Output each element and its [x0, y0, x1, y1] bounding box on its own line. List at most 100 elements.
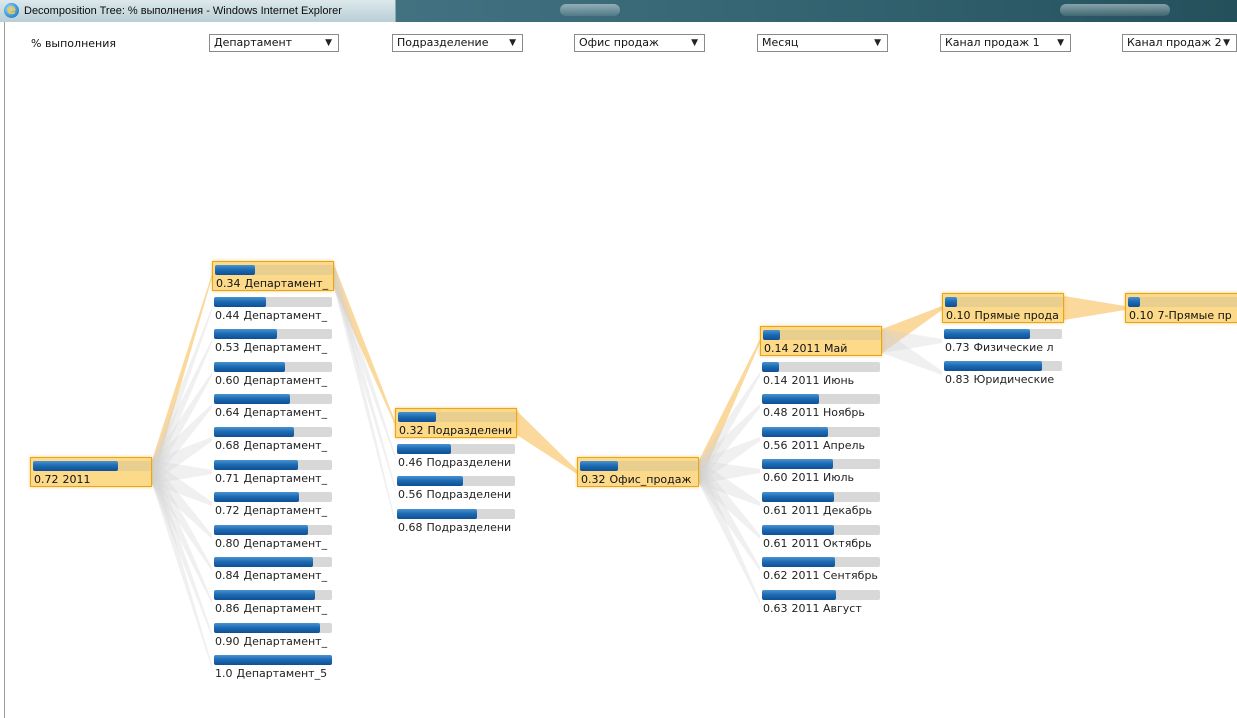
node-label: 0.60 Департамент_ [215, 374, 332, 387]
tree-node[interactable]: 0.14 2011 Июнь [760, 359, 882, 389]
value-bar-track [763, 330, 881, 340]
node-text: 2011 Май [792, 342, 848, 355]
value-bar-track [214, 460, 332, 470]
node-value: 0.60 [215, 374, 240, 387]
node-text: Департамент_ [243, 537, 328, 550]
node-value: 0.32 [399, 424, 424, 437]
node-value: 0.10 [1129, 309, 1154, 322]
value-bar-track [397, 444, 515, 454]
tree-node[interactable]: 0.32 Офис_продаж [577, 457, 699, 487]
node-label: 0.32 Подразделени [399, 424, 516, 437]
tree-node[interactable]: 0.68 Департамент_ [212, 424, 334, 454]
tree-node[interactable]: 0.10 Прямые прода [942, 293, 1064, 323]
node-value: 0.10 [946, 309, 971, 322]
tree-node[interactable]: 0.34 Департамент_ [212, 261, 334, 291]
node-text: Департамент_ [243, 602, 328, 615]
tree-node[interactable]: 0.48 2011 Ноябрь [760, 391, 882, 421]
node-value: 0.62 [763, 569, 788, 582]
tree-node[interactable]: 0.80 Департамент_ [212, 522, 334, 552]
node-label: 0.46 Подразделени [398, 456, 515, 469]
tree-link [334, 264, 395, 458]
value-bar-track [214, 329, 332, 339]
node-label: 0.56 Подразделени [398, 488, 515, 501]
value-bar-track [33, 461, 151, 471]
tree-node[interactable]: 0.10 7-Прямые пр [1125, 293, 1237, 323]
node-value: 0.73 [945, 341, 970, 354]
node-value: 0.68 [215, 439, 240, 452]
tree-node[interactable]: 0.71 Департамент_ [212, 457, 334, 487]
tree-node[interactable]: 0.68 Подразделени [395, 506, 517, 536]
node-text: Департамент_ [243, 439, 328, 452]
tree-node[interactable]: 0.83 Юридические [942, 358, 1064, 388]
node-label: 0.61 2011 Декабрь [763, 504, 880, 517]
value-bar-track [944, 329, 1062, 339]
node-value: 1.0 [215, 667, 233, 680]
node-label: 0.90 Департамент_ [215, 635, 332, 648]
node-label: 0.80 Департамент_ [215, 537, 332, 550]
tree-node[interactable]: 0.62 2011 Сентябрь [760, 554, 882, 584]
tree-node[interactable]: 0.53 Департамент_ [212, 326, 334, 356]
value-bar-fill [762, 362, 779, 372]
tree-node[interactable]: 0.90 Департамент_ [212, 620, 334, 650]
tree-node[interactable]: 0.72 2011 [30, 457, 152, 487]
value-bar-fill [397, 476, 463, 486]
value-bar-fill [762, 590, 836, 600]
tree-node[interactable]: 1.0 Департамент_5 [212, 652, 334, 682]
tree-node[interactable]: 0.56 2011 Апрель [760, 424, 882, 454]
tree-link [517, 411, 577, 474]
node-value: 0.63 [763, 602, 788, 615]
node-value: 0.80 [215, 537, 240, 550]
value-bar-track [762, 525, 880, 535]
tree-node[interactable]: 0.72 Департамент_ [212, 489, 334, 519]
tree-node[interactable]: 0.60 2011 Июль [760, 456, 882, 486]
value-bar-track [762, 362, 880, 372]
tree-node[interactable]: 0.73 Физические л [942, 326, 1064, 356]
node-label: 0.64 Департамент_ [215, 406, 332, 419]
tree-node[interactable]: 0.61 2011 Декабрь [760, 489, 882, 519]
value-bar-track [580, 461, 698, 471]
tree-node[interactable]: 0.63 2011 Август [760, 587, 882, 617]
value-bar-fill [580, 461, 618, 471]
tree-link [1064, 296, 1125, 320]
value-bar-fill [763, 330, 780, 340]
tree-node[interactable]: 0.60 Департамент_ [212, 359, 334, 389]
node-value: 0.71 [215, 472, 240, 485]
node-text: Департамент_5 [236, 667, 328, 680]
node-label: 0.84 Департамент_ [215, 569, 332, 582]
value-bar-fill [214, 655, 332, 665]
tree-node[interactable]: 0.46 Подразделени [395, 441, 517, 471]
value-bar-fill [398, 412, 436, 422]
node-label: 0.71 Департамент_ [215, 472, 332, 485]
node-label: 0.32 Офис_продаж [581, 473, 698, 486]
node-text: Департамент_ [243, 635, 328, 648]
value-bar-track [762, 590, 880, 600]
node-text: Юридические [973, 373, 1055, 386]
node-value: 0.44 [215, 309, 240, 322]
value-bar-fill [762, 394, 819, 404]
node-label: 0.60 2011 Июль [763, 471, 880, 484]
tree-node[interactable]: 0.64 Департамент_ [212, 391, 334, 421]
value-bar-track [214, 297, 332, 307]
node-label: 0.86 Департамент_ [215, 602, 332, 615]
tree-node[interactable]: 0.84 Департамент_ [212, 554, 334, 584]
tree-node[interactable]: 0.86 Департамент_ [212, 587, 334, 617]
value-bar-fill [214, 557, 313, 567]
value-bar-track [214, 557, 332, 567]
tree-node[interactable]: 0.32 Подразделени [395, 408, 517, 438]
tree-node[interactable]: 0.44 Департамент_ [212, 294, 334, 324]
tree-node[interactable]: 0.56 Подразделени [395, 473, 517, 503]
node-value: 0.90 [215, 635, 240, 648]
value-bar-fill [945, 297, 957, 307]
value-bar-track [214, 427, 332, 437]
tree-node[interactable]: 0.14 2011 Май [760, 326, 882, 356]
value-bar-fill [944, 329, 1030, 339]
tree-node[interactable]: 0.61 2011 Октябрь [760, 522, 882, 552]
node-value: 0.83 [945, 373, 970, 386]
node-text: Прямые прода [974, 309, 1059, 322]
value-bar-track [397, 509, 515, 519]
node-value: 0.61 [763, 537, 788, 550]
node-label: 0.72 Департамент_ [215, 504, 332, 517]
node-text: Департамент_ [243, 406, 328, 419]
node-value: 0.53 [215, 341, 240, 354]
value-bar-fill [214, 590, 315, 600]
